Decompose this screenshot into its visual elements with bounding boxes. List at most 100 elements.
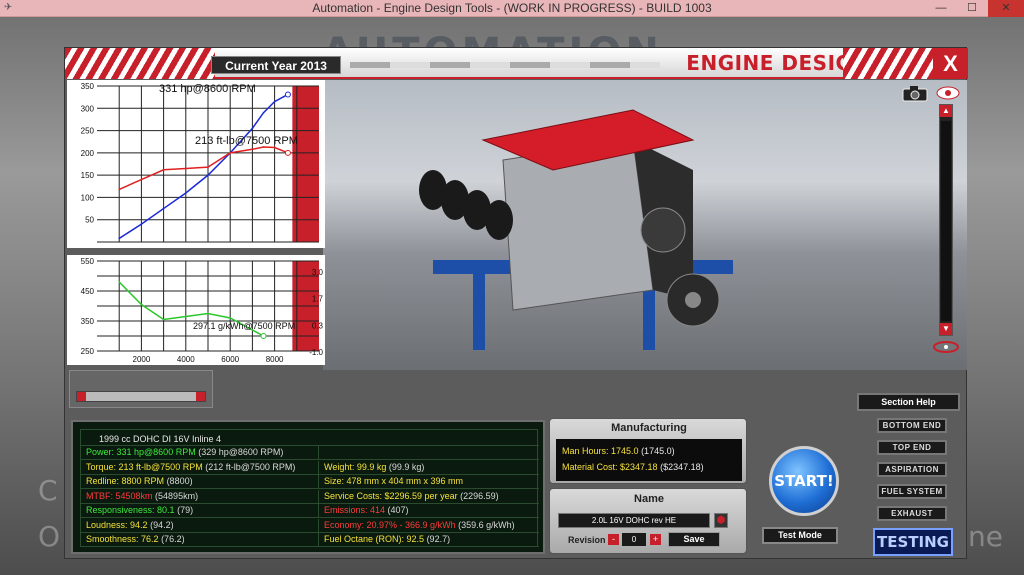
stat-label: Fuel Octane (RON): 92.5 [324, 534, 425, 544]
stat-cell: Fuel Octane (RON): 92.5 (92.7) [319, 533, 539, 547]
horizontal-scrollbar[interactable] [76, 391, 206, 402]
background-ghost-text: ne [968, 520, 1003, 553]
data-point [229, 152, 231, 154]
stat-cell [319, 446, 539, 460]
name-panel: Name 2.0L 16V DOHC rev HE ⬢ Revision - 0… [549, 488, 747, 554]
window-close-button[interactable]: ✕ [988, 0, 1024, 17]
data-point [118, 281, 120, 283]
chart-annotation: 331 hp@8600 RPM [159, 83, 256, 95]
stat-cell: Redline: 8800 RPM (8800) [81, 475, 319, 489]
data-point [162, 168, 165, 171]
rename-confirm-icon[interactable]: ⬢ [714, 513, 728, 528]
scroll-right-arrow-icon[interactable] [196, 392, 205, 401]
name-title: Name [634, 493, 664, 505]
stat-previous-value: (329 hp@8600 RPM) [198, 447, 284, 457]
stat-label: Redline: 8800 RPM [86, 476, 165, 486]
y-tick-label: 200 [81, 149, 95, 158]
stat-previous-value: (407) [387, 505, 409, 515]
y-tick-label: 450 [81, 287, 95, 296]
data-point [185, 192, 187, 194]
stat-previous-value: (359.6 g/kWh) [458, 519, 515, 530]
peak-marker [284, 149, 291, 156]
data-point [251, 127, 254, 130]
close-panel-button[interactable]: X [933, 48, 968, 79]
data-point [207, 174, 209, 176]
header-stripes-right [843, 48, 933, 79]
stat-previous-value: (8800) [166, 476, 193, 486]
right-tick-label: -1.0 [309, 348, 323, 357]
camera-icon[interactable] [901, 84, 929, 102]
background-ghost-text: O [38, 520, 61, 553]
stat-cell: Weight: 99.9 kg (99.9 kg) [319, 461, 539, 475]
minimize-button[interactable]: — [926, 0, 956, 17]
y-tick-label: 300 [81, 104, 95, 113]
data-point [140, 303, 143, 306]
y-tick-label: 350 [81, 82, 95, 91]
man-hours: Man Hours: 1745.0 (1745.0) [562, 446, 675, 456]
data-point [207, 166, 209, 168]
data-point [162, 207, 165, 210]
stat-cell: Smoothness: 76.2 (76.2) [81, 533, 319, 547]
rotate-view-icon[interactable] [931, 340, 961, 354]
window-titlebar[interactable]: ✈ Automation - Engine Design Tools - (WO… [0, 0, 1024, 17]
data-point [118, 237, 120, 240]
data-point [262, 111, 265, 114]
stat-cell: Economy: 20.97% - 366.9 g/kWh (359.6 g/k… [319, 519, 539, 533]
app-root: ✈ Automation - Engine Design Tools - (WO… [0, 0, 1024, 575]
current-year-label: Current Year 2013 [211, 56, 341, 74]
revision-increment-button[interactable]: + [650, 534, 661, 545]
start-button[interactable]: START! [769, 446, 839, 516]
stat-cell: Service Costs: $2296.59 per year (2296.5… [319, 490, 539, 504]
maximize-button[interactable]: ☐ [957, 0, 987, 17]
series-line [118, 93, 289, 240]
right-tick-label: 3.0 [312, 268, 324, 277]
section-bottom-end-button[interactable]: BOTTOM END [877, 418, 947, 433]
scroll-up-arrow-icon[interactable]: ▲ [940, 105, 952, 117]
engine-block [502, 139, 654, 311]
section-exhaust-button[interactable]: EXHAUST [877, 506, 947, 521]
stat-label: Size: 478 mm x 404 mm x 396 mm [324, 476, 464, 486]
engine-stats-panel: 1999 cc DOHC DI 16V Inline 4 Power: 331 … [71, 420, 545, 554]
section-aspiration-button[interactable]: ASPIRATION [877, 462, 947, 477]
engine-name-field[interactable]: 2.0L 16V DOHC rev HE [558, 513, 710, 528]
chart-annotation: 213 ft-lb@7500 RPM [195, 135, 298, 147]
save-button[interactable]: Save [668, 532, 720, 547]
stat-cell: Responsiveness: 80.1 (79) [81, 504, 319, 518]
stat-cell: Torque: 213 ft-lb@7500 RPM (212 ft-lb@75… [81, 460, 319, 475]
engine-3d-viewport[interactable] [323, 80, 967, 370]
stat-label: MTBF: 54508km [86, 490, 153, 501]
stat-cell: Loudness: 94.2 (94.2) [81, 518, 319, 533]
x-tick-label: 8000 [266, 355, 284, 364]
manufacturing-values: Man Hours: 1745.0 (1745.0) Material Cost… [556, 439, 742, 481]
material-cost: Material Cost: $2347.18 ($2347.18) [562, 462, 704, 472]
test-mode-button[interactable]: Test Mode [762, 527, 838, 544]
power-torque-chart: 50 100 150 200 250 300 350 331 hp@8600 RPM 213 f… [67, 80, 325, 248]
data-point [273, 100, 276, 103]
stat-cell: MTBF: 54508km (54895km) [81, 489, 319, 504]
background-ghost-text: C [38, 474, 58, 507]
testing-button[interactable]: TESTING [873, 528, 953, 556]
stat-previous-value: (54895km) [155, 490, 199, 501]
panel-header: Current Year 2013 ENGINE DESIGN X [65, 48, 968, 79]
scroll-down-arrow-icon[interactable]: ▼ [940, 323, 952, 335]
stats-grid: 1999 cc DOHC DI 16V Inline 4 Power: 331 … [80, 429, 539, 547]
view-zoom-scrollbar[interactable]: ▲ ▼ [939, 104, 953, 336]
scrollbar-thumb[interactable] [941, 121, 951, 321]
stat-cell: Power: 331 hp@8600 RPM (329 hp@8600 RPM) [81, 446, 319, 460]
engine-description: 1999 cc DOHC DI 16V Inline 4 [81, 430, 539, 446]
revision-label: Revision [568, 535, 606, 545]
revision-decrement-button[interactable]: - [608, 534, 619, 545]
window-title: Automation - Engine Design Tools - (WORK… [312, 1, 712, 15]
engine-model-render [419, 109, 733, 350]
section-fuel-system-button[interactable]: FUEL SYSTEM [877, 484, 947, 499]
stat-label: Loudness: 94.2 [86, 519, 148, 530]
y-tick-label: 250 [81, 347, 95, 356]
eye-icon[interactable] [935, 84, 961, 102]
data-point [229, 317, 231, 319]
stat-label: Weight: 99.9 kg [324, 461, 387, 472]
section-help-button[interactable]: Section Help [857, 393, 960, 411]
data-point [207, 312, 209, 315]
scroll-left-arrow-icon[interactable] [77, 392, 86, 401]
right-tick-label: 0.3 [312, 321, 324, 330]
section-top-end-button[interactable]: TOP END [877, 440, 947, 455]
